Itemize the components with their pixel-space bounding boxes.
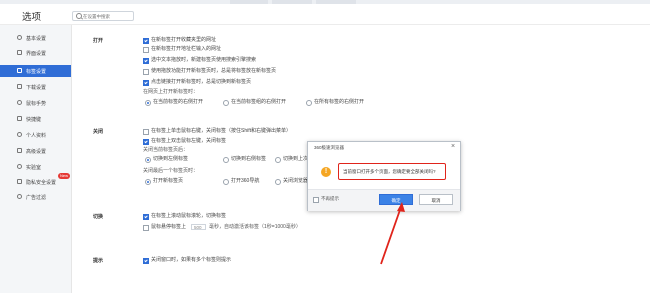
arrow-head (397, 202, 405, 212)
arrow-line (380, 206, 402, 265)
annotation-arrow (380, 202, 405, 265)
